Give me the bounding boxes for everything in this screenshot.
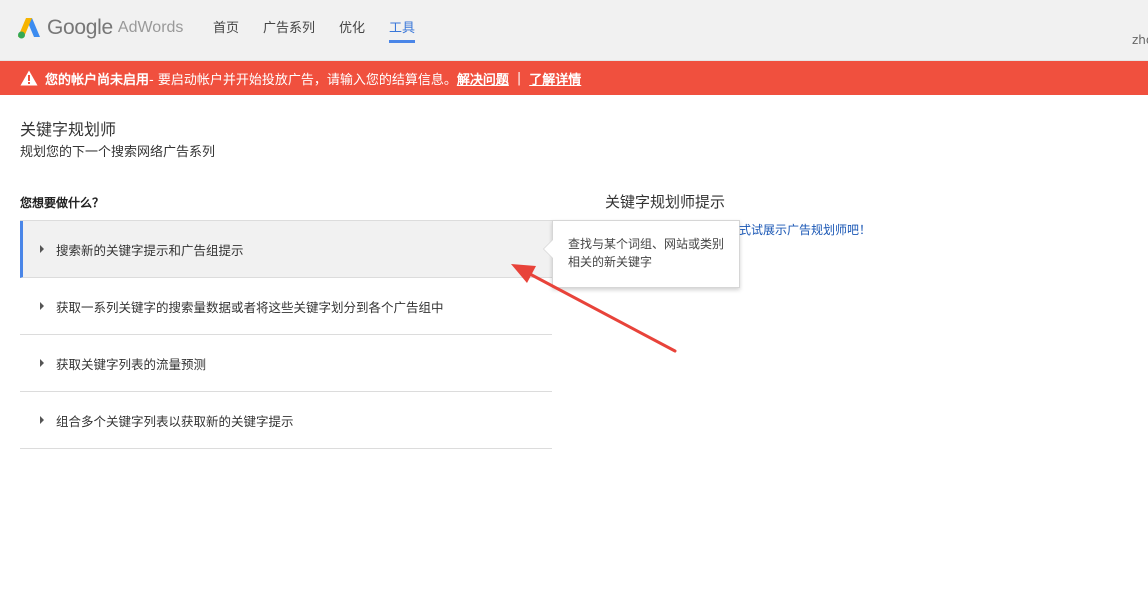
option-traffic-forecast[interactable]: 获取关键字列表的流量预测 — [20, 335, 552, 392]
logo-product-text: AdWords — [117, 19, 184, 36]
option-label: 搜索新的关键字提示和广告组提示 — [56, 242, 244, 258]
option-combine-lists[interactable]: 组合多个关键字列表以获取新的关键字提示 — [20, 392, 552, 449]
logo-google-text: Google — [47, 16, 113, 39]
top-bar: Google AdWords 首页 广告系列 优化 工具 zho — [0, 0, 1148, 61]
fix-issue-link[interactable]: 解决问题 — [457, 69, 509, 88]
caret-right-icon — [40, 302, 44, 310]
option-list: 搜索新的关键字提示和广告组提示 获取一系列关键字的搜索量数据或者将这些关键字划分… — [20, 220, 552, 449]
caret-right-icon — [40, 416, 44, 424]
section-question: 您想要做什么？ — [20, 196, 105, 210]
nav-optimize[interactable]: 优化 — [327, 0, 377, 61]
adwords-logo[interactable]: Google AdWords — [18, 14, 183, 42]
adwords-logo-icon — [18, 18, 40, 39]
alert-title: 您的帐户尚未启用 — [45, 72, 150, 88]
option-label: 获取关键字列表的流量预测 — [56, 356, 207, 372]
account-alert-banner: 您的帐户尚未启用 - 要启动帐户并开始投放广告，请输入您的结算信息。 解决问题 … — [0, 61, 1148, 95]
option-label: 组合多个关键字列表以获取新的关键字提示 — [56, 413, 294, 429]
nav-tools[interactable]: 工具 — [377, 0, 427, 61]
nav-campaigns[interactable]: 广告系列 — [251, 0, 327, 61]
alert-separator: | — [516, 70, 522, 86]
option-tooltip: 查找与某个词组、网站或类别相关的新关键字 — [543, 220, 740, 288]
learn-more-link[interactable]: 了解详情 — [529, 69, 581, 88]
alert-message: - 要启动帐户并开始投放广告，请输入您的结算信息。 — [149, 72, 457, 88]
caret-right-icon — [40, 359, 44, 367]
page-title: 关键字规划师 — [20, 120, 117, 139]
warning-icon — [20, 70, 38, 86]
main-nav: 首页 广告系列 优化 工具 — [201, 0, 427, 61]
tips-title: 关键字规划师提示 — [605, 193, 726, 211]
nav-home[interactable]: 首页 — [201, 0, 251, 61]
caret-right-icon — [40, 245, 44, 253]
user-account[interactable]: zho — [1132, 33, 1148, 47]
option-search-new-keywords[interactable]: 搜索新的关键字提示和广告组提示 — [20, 221, 552, 278]
option-label: 获取一系列关键字的搜索量数据或者将这些关键字划分到各个广告组中 — [56, 299, 444, 315]
display-planner-link[interactable]: 式试展示广告规划师吧！ — [739, 221, 871, 238]
option-search-volume[interactable]: 获取一系列关键字的搜索量数据或者将这些关键字划分到各个广告组中 — [20, 278, 552, 335]
page-subtitle: 规划您的下一个搜索网络广告系列 — [20, 145, 216, 160]
